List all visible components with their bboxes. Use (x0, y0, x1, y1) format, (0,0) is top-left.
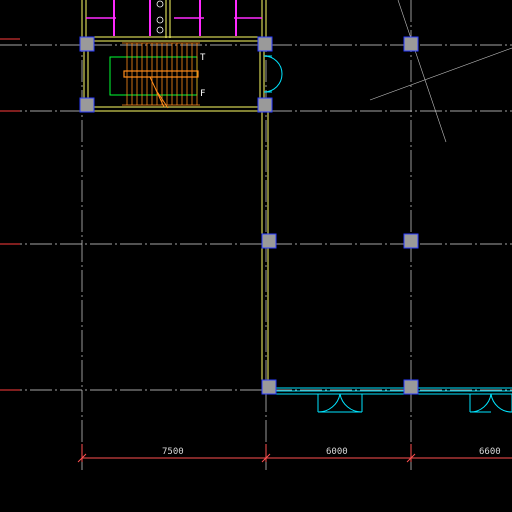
dimension-label-6600: 6600 (479, 447, 501, 457)
cad-drawing-canvas[interactable]: T F 7500 6000 6600 (0, 0, 512, 512)
dimension-label-6000: 6000 (326, 447, 348, 457)
stair-up-mark: T (200, 53, 206, 63)
dimension-label-7500: 7500 (162, 447, 184, 457)
stair-down-mark: F (200, 89, 205, 99)
